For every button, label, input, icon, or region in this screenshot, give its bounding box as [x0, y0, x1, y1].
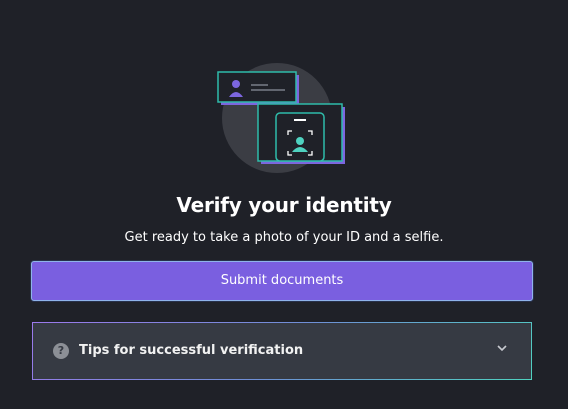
id-verification-illustration: [0, 0, 568, 190]
question-circle-icon: ?: [53, 343, 69, 359]
tips-accordion[interactable]: ? Tips for successful verification: [32, 322, 532, 380]
page-subtitle: Get ready to take a photo of your ID and…: [124, 230, 444, 245]
submit-documents-button[interactable]: Submit documents: [31, 261, 533, 301]
page-title: Verify your identity: [176, 193, 392, 217]
tips-label: Tips for successful verification: [79, 343, 304, 358]
chevron-down-icon[interactable]: [496, 342, 508, 354]
